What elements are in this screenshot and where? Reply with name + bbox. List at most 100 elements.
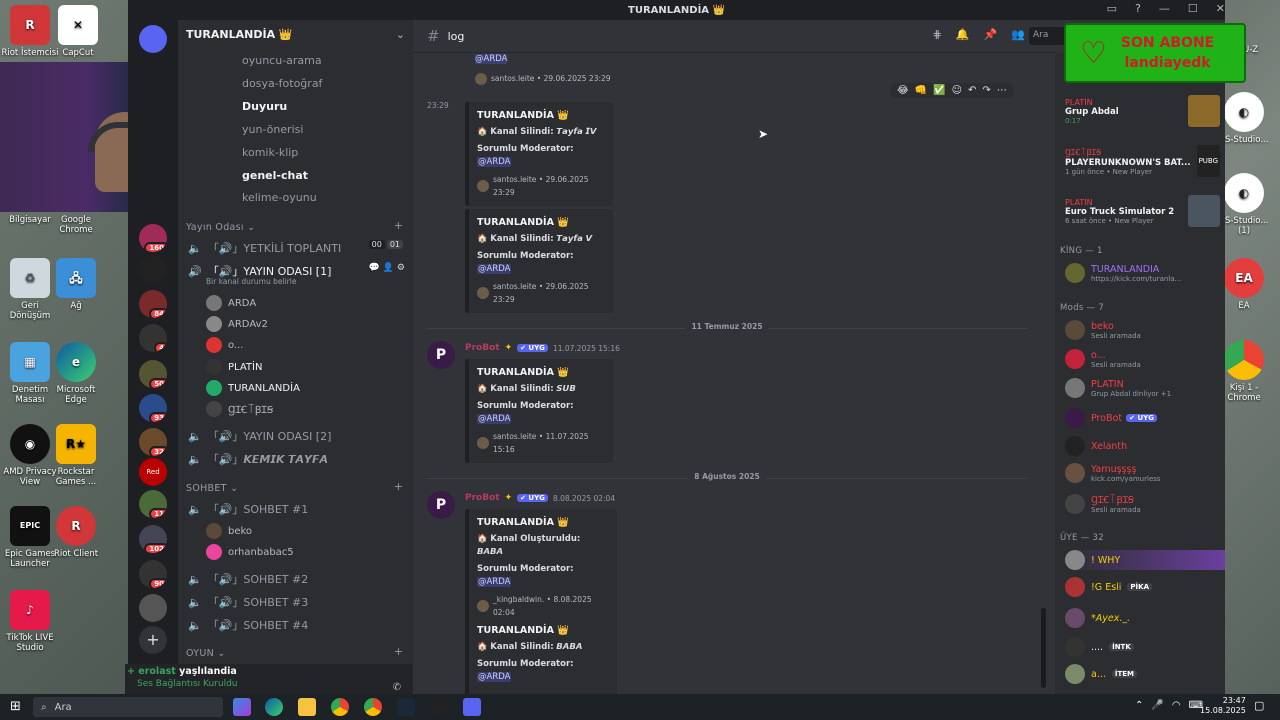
server-icon[interactable]: 4 [139,324,167,352]
voice-user[interactable]: ARDA [206,295,256,311]
member-item[interactable]: PLATİN Grup Abdal dinliyor +1 [1065,378,1220,398]
channel-oyun-onerisi[interactable]: yun-önerisi [242,123,303,136]
notification-icon[interactable]: ▢ [1254,699,1264,712]
discord-taskbar-icon[interactable] [463,698,481,716]
members-icon[interactable]: 👥 [1011,28,1025,41]
channel-kelime-oyunu[interactable]: kelime-oyunu [242,191,317,204]
desktop-icon-tiktok[interactable]: ♪ TikTok LIVE Studio [0,590,60,653]
voice-channel-sohbet-1[interactable]: 🔈 「🔊」SOHBET #1 [188,501,308,517]
desktop-icon-capcut[interactable]: ✕ CapCut [48,5,108,58]
member-item[interactable]: *Ayex._. [1065,608,1220,628]
member-item[interactable]: !G Esli PİKA [1065,577,1220,597]
mic-icon[interactable]: 🎤 [1151,700,1163,711]
member-item[interactable]: o... Sesli aramada [1065,349,1220,369]
taskbar-search[interactable]: ⌕ Ara [33,697,223,717]
close-button[interactable]: ✕ [1216,2,1225,15]
windows-start-icon[interactable]: ⊞ [10,699,21,714]
voice-channel-yayin-2[interactable]: 🔈 「🔊」YAYIN ODASI [2] [188,428,331,444]
voice-user[interactable]: orhanbabac5 [206,544,294,560]
emoji-hand-icon[interactable]: 👊 [915,85,927,96]
server-icon[interactable]: 102 [139,525,167,553]
pin-icon[interactable]: 📌 [984,28,998,41]
channel-duyuru[interactable]: Duyuru [242,100,287,113]
server-icon[interactable]: 50 [139,360,167,388]
chrome-profile-icon[interactable] [364,698,382,716]
member-item[interactable]: ProBot ✔ UYG [1065,408,1220,428]
emoji-laugh-icon[interactable]: 😂 [897,85,909,96]
edge-icon[interactable] [265,698,283,716]
member-item[interactable]: .... İNTK [1065,637,1220,657]
server-icon[interactable]: 84 [139,290,167,318]
member-item[interactable]: TURANLANDİA https://kick.com/turanla... [1065,263,1220,283]
chrome-icon[interactable] [331,698,349,716]
voice-channel-sohbet-4[interactable]: 🔈 「🔊」SOHBET #4 [188,617,308,633]
inbox-icon[interactable]: ▭ [1107,2,1117,15]
channel-status[interactable]: Bir kanal durumu belirle [206,277,296,286]
server-icon[interactable]: 93 [139,394,167,422]
activity-card[interactable]: ꞬꞮꞒ꓄ꞴꞮꞨ PLAYERUNKNOWN'S BAT... 1 gün önc… [1065,145,1220,177]
category-sohbet[interactable]: SOHBET ⌄ [186,483,238,494]
reply-icon[interactable]: ↶ [968,85,976,96]
server-icon[interactable] [139,256,167,284]
activity-card[interactable]: PLATİN Euro Truck Simulator 2 6 saat önc… [1065,195,1220,227]
add-server-button[interactable]: + [139,626,167,654]
bell-icon[interactable]: 🔔 [956,28,970,41]
member-item[interactable]: ! WHY [1065,550,1225,570]
voice-user[interactable]: ꞬꞮꞒ꓄ꞴꞮꞨ [206,401,273,417]
file-explorer-icon[interactable] [298,698,316,716]
add-channel-icon[interactable]: + [394,219,403,232]
voice-user[interactable]: o... [206,337,243,353]
emoji-check-icon[interactable]: ✅ [933,85,945,96]
clock[interactable]: 23:47 15.08.2025 [1200,696,1246,716]
member-item[interactable]: Yamuşşşş kick.com/yamurless [1065,463,1220,483]
copilot-icon[interactable] [233,698,251,716]
chevron-down-icon[interactable]: ⌄ [396,28,405,41]
channel-komik-klip[interactable]: komik-klip [242,146,298,159]
add-channel-icon[interactable]: + [394,480,403,493]
server-icon[interactable]: 32 [139,428,167,456]
activity-card[interactable]: PLATİN Grup Abdal 0:17 [1065,95,1220,127]
discord-home-icon[interactable] [139,25,167,53]
disconnect-icon[interactable]: ✆ [393,682,401,693]
chevron-up-icon[interactable]: ⌃ [1135,700,1143,711]
desktop-icon-riot-client[interactable]: R Riot Client [46,506,106,559]
probot-avatar[interactable]: P [427,341,455,369]
desktop-icon-edge[interactable]: e Microsoft Edge [46,342,106,405]
member-item[interactable]: Xelanth [1065,436,1220,456]
server-icon[interactable]: 11 [139,490,167,518]
add-reaction-icon[interactable]: ☺ [952,85,962,96]
channel-oyuncu-arama[interactable]: oyuncu-arama [242,54,322,67]
voice-channel-sohbet-2[interactable]: 🔈 「🔊」SOHBET #2 [188,571,308,587]
channel-genel-chat[interactable]: genel-chat [242,169,308,182]
maximize-button[interactable]: ☐ [1188,2,1198,15]
channel-dosya-fotograf[interactable]: dosya-fotoğraf [242,77,322,90]
voice-channel-kemik-tayfa[interactable]: 🔈 「🔊」𝙆𝙀𝙈𝙄𝙆 𝙏𝘼𝙔𝙁𝘼 [188,451,328,467]
obs-icon[interactable] [430,698,448,716]
category-yayin-odasi[interactable]: Yayın Odası ⌄ [186,222,255,233]
desktop-icon-chrome[interactable]: Google Chrome [46,215,106,235]
minimize-button[interactable]: — [1159,2,1170,15]
voice-user[interactable]: PLATİN [206,359,262,375]
probot-avatar[interactable]: P [427,491,455,519]
threads-icon[interactable]: ⋕ [933,28,942,41]
server-icon[interactable]: 90 [139,560,167,588]
desktop-icon-rockstar[interactable]: R★ Rockstar Games ... [46,424,106,487]
more-icon[interactable]: ⋯ [997,85,1007,96]
hello-red-server-icon[interactable]: Red [139,458,167,486]
member-item[interactable]: beko Sesli aramada [1065,320,1220,340]
add-channel-icon[interactable]: + [394,645,403,658]
member-item[interactable]: ꞬꞮꞒ꓄ꞴꞮꞨ Sesli aramada [1065,493,1220,514]
desktop-icon-network[interactable]: 🖧 Ağ [46,258,106,311]
member-item[interactable]: a... İTEM [1065,664,1220,684]
scrollbar[interactable] [1041,608,1046,688]
help-icon[interactable]: ? [1135,2,1141,15]
voice-channel-yetkili[interactable]: 🔈 「🔊」YETKİLİ TOPLANTI [188,240,341,256]
channel-actions[interactable]: 💬 👤 ⚙ [369,263,405,273]
server-icon[interactable]: 160 [139,224,167,252]
wifi-icon[interactable]: ◠ [1172,700,1181,711]
category-oyun[interactable]: OYUN ⌄ [186,648,226,659]
server-header[interactable]: TURANLANDİA 👑 [186,28,293,41]
steam-icon[interactable] [397,698,415,716]
search-input[interactable]: Ara [1029,27,1065,45]
server-icon[interactable] [139,594,167,622]
